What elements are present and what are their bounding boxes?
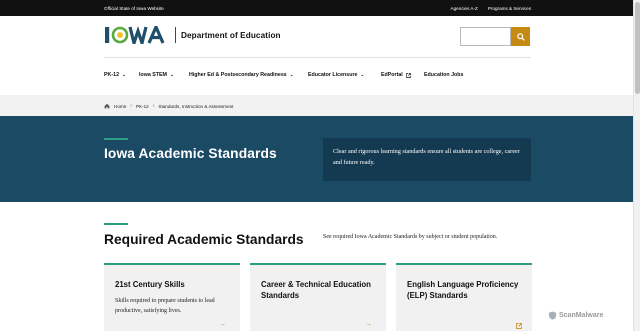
section-note: See required Iowa Academic Standards by … xyxy=(323,234,498,240)
breadcrumb-pk12[interactable]: PK-12 xyxy=(136,104,149,109)
logo-divider xyxy=(175,27,176,43)
nav-item-education-jobs[interactable]: Education Jobs xyxy=(424,72,463,78)
watermark-text: ScanMalware xyxy=(559,312,604,319)
external-link-icon xyxy=(516,323,522,329)
department-name: Department of Education xyxy=(181,30,281,40)
nav-item-edportal[interactable]: EdPortal xyxy=(381,72,411,78)
nav-item-label: Education Jobs xyxy=(424,72,464,78)
breadcrumb-separator: › xyxy=(152,103,155,109)
card-elp-standards[interactable]: English Language Proficiency (ELP) Stand… xyxy=(396,263,532,331)
iowa-logo-icon xyxy=(105,26,165,44)
breadcrumb-home[interactable]: Home xyxy=(114,104,126,109)
chevron-down-icon: ⌄ xyxy=(122,72,126,77)
shield-icon xyxy=(548,311,557,320)
section-accent-line xyxy=(104,223,128,225)
nav-item-pk12[interactable]: PK-12 ⌄ xyxy=(104,72,126,78)
card-21st-century-skills[interactable]: 21st Century Skills Skills required to p… xyxy=(104,263,240,331)
arrow-right-icon: → xyxy=(365,321,372,328)
search-button[interactable] xyxy=(511,27,530,46)
iowa-logo-link[interactable]: Department of Education xyxy=(104,26,281,44)
nav-item-label: Iowa STEM xyxy=(139,72,167,78)
agencies-link[interactable]: Agencies A-Z xyxy=(451,6,478,11)
programs-services-link[interactable]: Programs & Services xyxy=(488,6,531,11)
card-career-technical[interactable]: Career & Technical Education Standards → xyxy=(250,263,386,331)
breadcrumb: Home › PK-12 › Standards, Instruction & … xyxy=(104,103,233,109)
nav-item-higher-ed[interactable]: Higher Ed & Postsecondary Readiness ⌄ xyxy=(189,72,293,78)
scanmalware-watermark: ScanMalware xyxy=(548,311,603,320)
page-scrollbar[interactable] xyxy=(633,0,640,331)
chevron-down-icon: ⌄ xyxy=(169,72,174,77)
nav-item-label: PK-12 xyxy=(104,72,120,78)
home-icon xyxy=(104,103,110,109)
card-description: Skills required to prepare students to l… xyxy=(115,298,215,314)
official-site-label: Official State of Iowa Website xyxy=(104,5,164,11)
breadcrumb-separator: › xyxy=(130,103,132,109)
nav-item-label: EdPortal xyxy=(381,72,403,78)
page-title: Iowa Academic Standards xyxy=(104,146,277,161)
external-link-icon xyxy=(405,72,411,78)
header-divider xyxy=(104,57,531,58)
card-title: 21st Century Skills xyxy=(115,280,185,289)
nav-item-iowa-stem[interactable]: Iowa STEM ⌄ xyxy=(139,72,174,78)
official-bar: Official State of Iowa Website Agencies … xyxy=(0,0,633,16)
section-title: Required Academic Standards xyxy=(104,232,304,247)
chevron-down-icon: ⌄ xyxy=(289,72,294,77)
nav-item-educator-licensure[interactable]: Educator Licensure ⌄ xyxy=(308,72,364,78)
breadcrumb-current: Standards, Instruction & Assessment xyxy=(158,103,234,109)
breadcrumb-bar: Home › PK-12 › Standards, Instruction & … xyxy=(0,95,633,116)
site-header: Department of Education xyxy=(0,16,633,60)
hero-intro-box: Clear and rigorous learning standards en… xyxy=(323,138,531,181)
utility-links: Agencies A-Z Programs & Services xyxy=(451,6,531,11)
hero-banner: Iowa Academic Standards Clear and rigoro… xyxy=(0,116,633,202)
chevron-down-icon: ⌄ xyxy=(360,72,365,77)
card-title: English Language Proficiency (ELP) Stand… xyxy=(407,280,519,300)
scrollbar-thumb[interactable] xyxy=(635,2,640,94)
nav-item-label: Educator Licensure xyxy=(308,72,358,78)
card-title: Career & Technical Education Standards xyxy=(261,280,371,300)
search-icon xyxy=(516,32,525,41)
arrow-right-icon: → xyxy=(219,321,226,328)
hero-accent-line xyxy=(104,138,128,140)
nav-item-label: Higher Ed & Postsecondary Readiness xyxy=(189,72,287,78)
search-input[interactable] xyxy=(460,27,511,46)
